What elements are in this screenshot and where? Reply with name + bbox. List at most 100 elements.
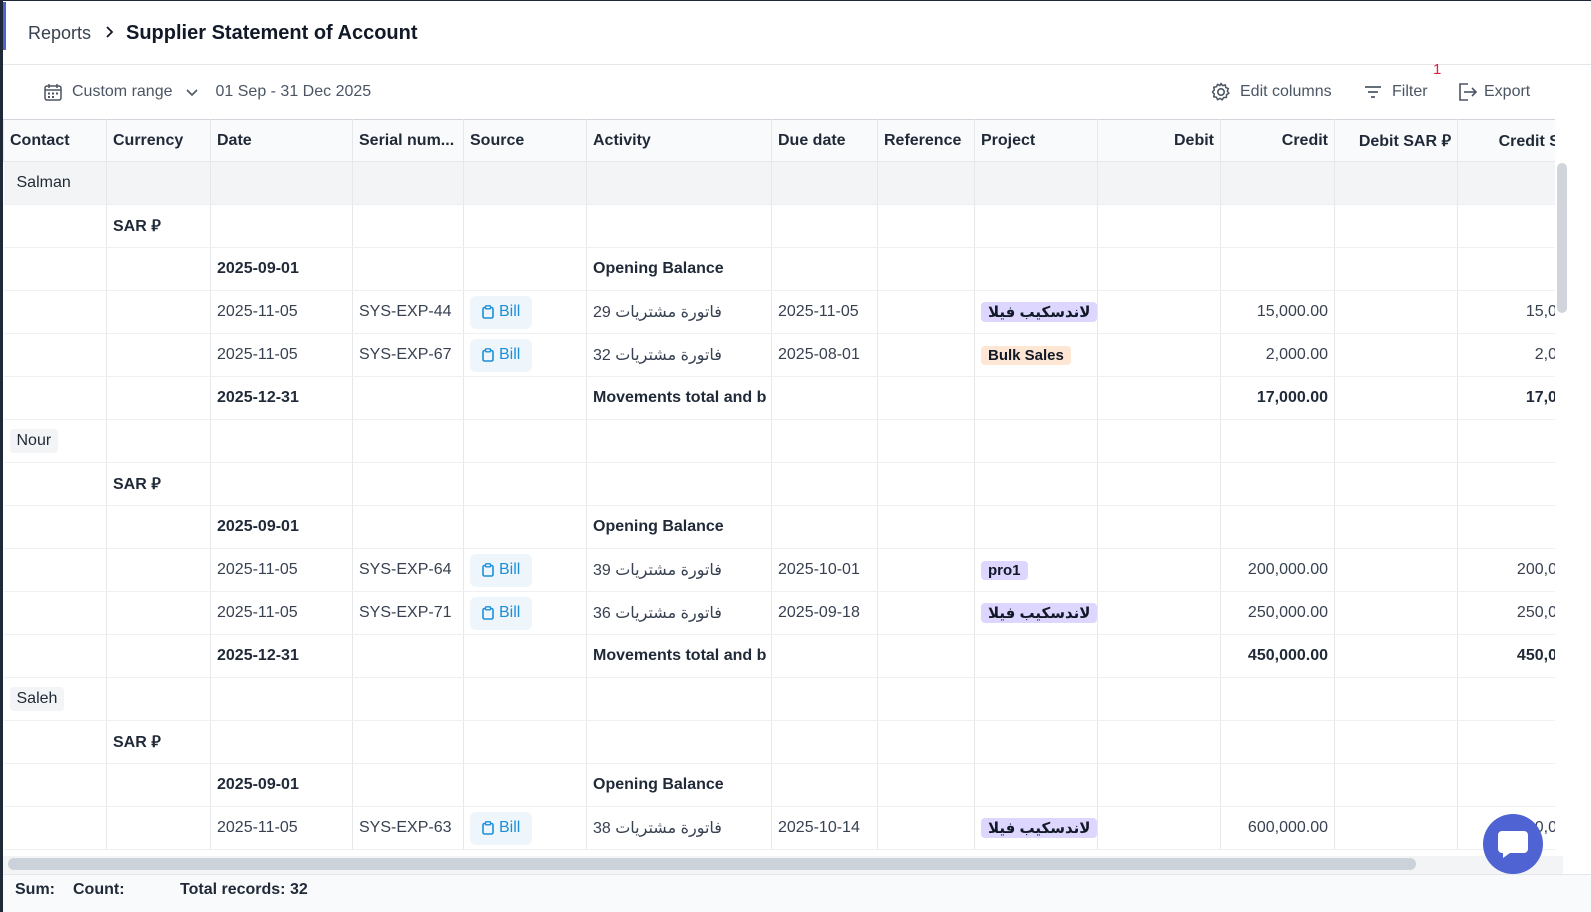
cell-credit [1220,161,1335,205]
bill-source-button[interactable]: Bill [470,295,533,329]
column-header-debit[interactable]: Debit [1097,119,1221,162]
cell-currency [106,806,211,850]
project-tag[interactable]: pro1 [981,560,1028,580]
column-header-date[interactable]: Date [210,119,353,162]
table-row[interactable]: Saleh [3,677,1555,721]
table-row[interactable]: Nour [3,419,1555,463]
project-tag[interactable]: لاندسكيب فيلا [981,302,1097,322]
cell-project [974,763,1098,807]
contact-group-label[interactable]: Saleh [9,687,65,711]
cell-credit: 200,000.00 [1220,548,1335,592]
table-row[interactable]: Salman [3,161,1555,205]
table-row[interactable]: SAR ⃁ [3,462,1555,506]
horizontal-scrollbar[interactable] [8,858,1416,870]
table-row[interactable]: 2025-11-05 SYS-EXP-63 Bill فاتورة مشتريات 3… [3,806,1555,850]
date-range-value: 01 Sep - 31 Dec 2025 [215,83,372,100]
contact-group-label[interactable]: Nour [9,429,59,453]
cell-due: 2025-09-18 [771,591,878,635]
calendar-icon [44,84,62,101]
cell-serial [352,204,464,248]
table-row[interactable]: 2025-11-05 SYS-EXP-64 Bill فاتورة مشتريات 3… [3,548,1555,592]
table-row[interactable]: SAR ⃁ [3,720,1555,764]
cell-debit-sar [1334,806,1458,850]
cell-contact: Saleh [3,677,107,721]
range-type-label: Custom range [72,83,173,100]
table-row[interactable]: 2025-09-01 Opening Balance [3,763,1555,807]
bill-source-button[interactable]: Bill [470,553,533,587]
cell-credit [1220,462,1335,506]
cell-project [974,505,1098,549]
cell-debit-sar [1334,161,1458,205]
statement-table-container[interactable]: Contact Currency Date Serial num... Sour… [3,119,1555,852]
cell-credit [1220,763,1335,807]
bill-source-button[interactable]: Bill [470,338,533,372]
filter-button[interactable]: Filter [1363,65,1428,119]
cell-activity [586,419,772,463]
project-tag[interactable]: لاندسكيب فيلا [981,603,1097,623]
cell-source: Bill [463,290,587,334]
chat-support-button[interactable] [1483,814,1543,874]
cell-debit-sar [1334,290,1458,334]
column-header-due-date[interactable]: Due date [771,119,878,162]
contact-group-label[interactable]: Salman [9,171,78,195]
column-header-reference[interactable]: Reference [877,119,975,162]
cell-debit [1097,548,1221,592]
table-row[interactable]: SAR ⃁ [3,204,1555,248]
export-button[interactable]: Export [1456,65,1530,119]
table-row[interactable]: 2025-09-01 Opening Balance [3,247,1555,291]
table-row[interactable]: 2025-12-31 Movements total and b 17,000.00… [3,376,1555,420]
cell-debit [1097,376,1221,420]
cell-credit-sar [1457,161,1555,205]
table-row[interactable]: 2025-12-31 Movements total and b 450,000.0… [3,634,1555,678]
cell-serial [352,505,464,549]
cell-activity: Opening Balance [586,247,772,291]
breadcrumb-reports-link[interactable]: Reports [28,23,91,44]
cell-debit-sar [1334,247,1458,291]
cell-debit [1097,290,1221,334]
cell-activity: فاتورة مشتريات 39 [586,548,772,592]
table-row[interactable]: 2025-11-05 SYS-EXP-67 Bill فاتورة مشتريات 3… [3,333,1555,377]
column-header-serial[interactable]: Serial num... [352,119,464,162]
cell-credit-sar [1457,677,1555,721]
column-header-debit-sar[interactable]: Debit SAR ⃁ [1334,119,1458,162]
edit-columns-label: Edit columns [1240,83,1332,100]
column-header-currency[interactable]: Currency [106,119,211,162]
column-header-source[interactable]: Source [463,119,587,162]
cell-source [463,462,587,506]
cell-serial [352,247,464,291]
cell-currency: SAR ⃁ [106,204,211,248]
cell-source: Bill [463,591,587,635]
project-tag[interactable]: Bulk Sales [981,345,1071,365]
table-row[interactable]: 2025-09-01 Opening Balance [3,505,1555,549]
column-header-credit[interactable]: Credit [1220,119,1335,162]
project-tag[interactable]: لاندسكيب فيلا [981,818,1097,838]
cell-activity: فاتورة مشتريات 29 [586,290,772,334]
column-header-contact[interactable]: Contact [3,119,107,162]
clipboard-icon [482,348,494,362]
bill-source-button[interactable]: Bill [470,811,533,845]
cell-project [974,376,1098,420]
table-row[interactable]: 2025-11-05 SYS-EXP-71 Bill فاتورة مشتريات 3… [3,591,1555,635]
cell-contact [3,720,107,764]
cell-debit-sar [1334,720,1458,764]
bill-source-label: Bill [499,561,521,578]
cell-due: 2025-08-01 [771,333,878,377]
column-header-activity[interactable]: Activity [586,119,772,162]
vertical-scrollbar[interactable] [1557,163,1567,313]
cell-date: 2025-11-05 [210,806,353,850]
cell-project [974,634,1098,678]
table-row[interactable]: 2025-11-05 SYS-EXP-44 Bill فاتورة مشتريات 2… [3,290,1555,334]
date-range-picker[interactable]: Custom range 01 Sep - 31 Dec 2025 [43,65,371,119]
bill-source-button[interactable]: Bill [470,596,533,630]
column-header-credit-sar[interactable]: Credit SAR ⃁ [1457,119,1555,162]
cell-date: 2025-11-05 [210,591,353,635]
edit-columns-button[interactable]: Edit columns [1210,65,1332,119]
cell-reference [877,376,975,420]
column-header-project[interactable]: Project [974,119,1098,162]
cell-credit [1220,505,1335,549]
bill-source-label: Bill [499,303,521,320]
cell-debit-sar [1334,333,1458,377]
filter-label: Filter [1392,83,1428,100]
clipboard-icon [482,821,494,835]
cell-due [771,634,878,678]
